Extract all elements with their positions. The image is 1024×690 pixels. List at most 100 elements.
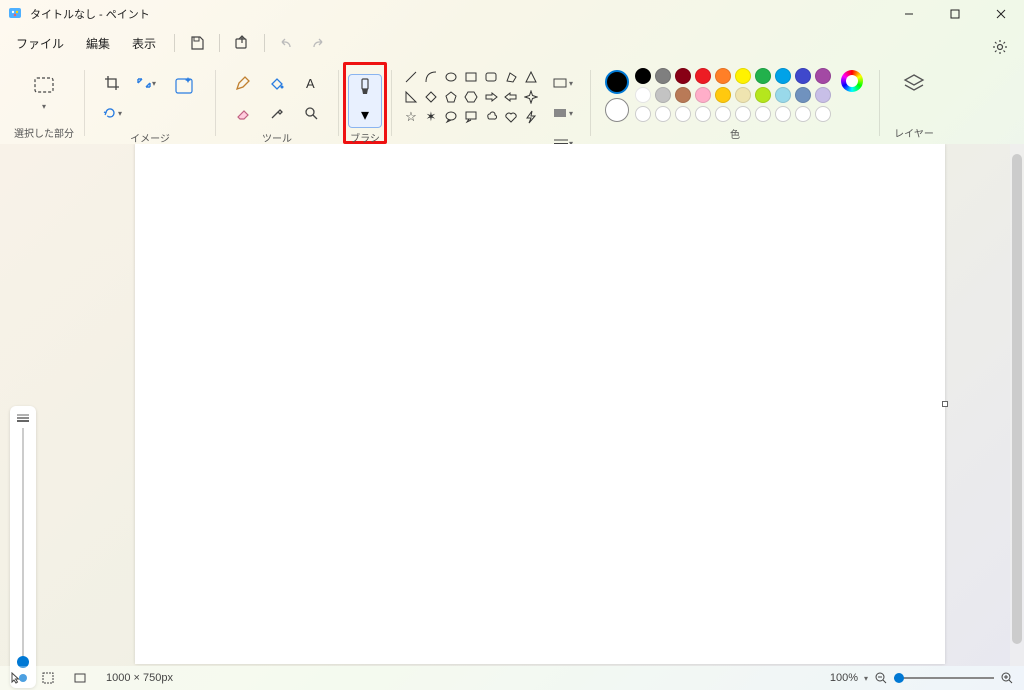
shape-rect[interactable]	[462, 68, 480, 86]
chevron-down-icon: ▾	[42, 102, 46, 111]
color-swatch[interactable]	[655, 87, 671, 103]
color-swatch[interactable]	[775, 87, 791, 103]
pencil-tool[interactable]	[227, 69, 259, 97]
share-button[interactable]	[228, 30, 256, 56]
resize-handle-right[interactable]	[942, 401, 948, 407]
color-swatch[interactable]	[735, 68, 751, 84]
custom-color-slot[interactable]	[655, 106, 671, 122]
shape-rtriangle[interactable]	[402, 88, 420, 106]
color-swatch[interactable]	[635, 87, 651, 103]
canvas[interactable]	[135, 144, 945, 664]
undo-button[interactable]	[273, 30, 301, 56]
custom-color-slot[interactable]	[775, 106, 791, 122]
color-swatch[interactable]	[635, 68, 651, 84]
shape-cloudcallout[interactable]	[482, 108, 500, 126]
custom-color-slot[interactable]	[795, 106, 811, 122]
custom-color-slot[interactable]	[755, 106, 771, 122]
zoom-slider-handle[interactable]	[894, 673, 904, 683]
rotate-button[interactable]: ▾	[96, 99, 128, 127]
color-swatch[interactable]	[695, 87, 711, 103]
picker-tool[interactable]	[261, 99, 293, 127]
crop-button[interactable]	[96, 69, 128, 97]
zoom-track[interactable]	[22, 428, 24, 668]
color-swatch[interactable]	[655, 68, 671, 84]
floating-zoom-slider[interactable]	[10, 406, 36, 688]
color1-button[interactable]	[605, 70, 629, 94]
zoom-slider[interactable]	[894, 677, 994, 679]
shape-rectcallout[interactable]	[462, 108, 480, 126]
custom-color-slot[interactable]	[815, 106, 831, 122]
brush-icon	[355, 77, 375, 103]
select-button[interactable]: ▾	[24, 68, 64, 115]
menu-edit[interactable]: 編集	[76, 31, 120, 56]
color-swatch[interactable]	[775, 68, 791, 84]
custom-color-slot[interactable]	[715, 106, 731, 122]
eraser-tool[interactable]	[227, 99, 259, 127]
statusbar: 1000 × 750px 100% ▾	[0, 666, 1024, 690]
zoom-dropdown[interactable]: ▾	[864, 674, 868, 683]
chevron-down-icon: ▾	[361, 105, 369, 125]
shape-heart[interactable]	[502, 108, 520, 126]
shape-hexagon[interactable]	[462, 88, 480, 106]
custom-color-slot[interactable]	[675, 106, 691, 122]
color-swatch[interactable]	[795, 87, 811, 103]
custom-color-slot[interactable]	[695, 106, 711, 122]
close-button[interactable]	[978, 0, 1024, 28]
zoom-in-button[interactable]	[1000, 671, 1014, 685]
shape-polygon[interactable]	[502, 68, 520, 86]
shape-6star[interactable]: ✶	[422, 108, 440, 126]
shape-curve[interactable]	[422, 68, 440, 86]
shape-triangle[interactable]	[522, 68, 540, 86]
color-swatch[interactable]	[715, 87, 731, 103]
color-swatch[interactable]	[675, 87, 691, 103]
shape-fill-button[interactable]: ▾	[547, 99, 579, 127]
color-swatch[interactable]	[715, 68, 731, 84]
color-swatch[interactable]	[755, 68, 771, 84]
shape-line[interactable]	[402, 68, 420, 86]
shape-arrow-r[interactable]	[482, 88, 500, 106]
text-tool[interactable]: A	[295, 69, 327, 97]
color-swatch[interactable]	[815, 87, 831, 103]
shapes-gallery[interactable]: ☆ ✶	[402, 68, 540, 126]
color-swatch[interactable]	[795, 68, 811, 84]
brushes-button[interactable]: ▾	[348, 74, 382, 128]
layers-button[interactable]	[890, 68, 938, 100]
save-button[interactable]	[183, 30, 211, 56]
magnifier-tool[interactable]	[295, 99, 327, 127]
separator	[879, 70, 880, 136]
color-swatch[interactable]	[695, 68, 711, 84]
custom-color-slot[interactable]	[635, 106, 651, 122]
custom-color-slot[interactable]	[735, 106, 751, 122]
menu-file[interactable]: ファイル	[6, 31, 74, 56]
settings-button[interactable]	[986, 34, 1014, 60]
shape-4star[interactable]	[522, 88, 540, 106]
shape-outline-button[interactable]: ▾	[547, 69, 579, 97]
fill-tool[interactable]	[261, 69, 293, 97]
menu-view[interactable]: 表示	[122, 31, 166, 56]
shape-roundcallout[interactable]	[442, 108, 460, 126]
scrollbar-thumb[interactable]	[1012, 154, 1022, 644]
color2-button[interactable]	[605, 98, 629, 122]
redo-button[interactable]	[303, 30, 331, 56]
shape-star[interactable]: ☆	[402, 108, 420, 126]
vertical-scrollbar[interactable]	[1010, 144, 1024, 666]
resize-button[interactable]: ▾	[130, 69, 162, 97]
shape-oval[interactable]	[442, 68, 460, 86]
shape-pentagon[interactable]	[442, 88, 460, 106]
ai-background-icon	[171, 72, 199, 100]
canvas-viewport[interactable]	[0, 144, 1024, 666]
ai-background-button[interactable]	[165, 68, 205, 104]
zoom-text: 100%	[830, 672, 858, 684]
color-swatch[interactable]	[675, 68, 691, 84]
maximize-button[interactable]	[932, 0, 978, 28]
color-swatch[interactable]	[815, 68, 831, 84]
shape-diamond[interactable]	[422, 88, 440, 106]
edit-colors-button[interactable]	[841, 70, 863, 92]
shape-roundrect[interactable]	[482, 68, 500, 86]
color-swatch[interactable]	[735, 87, 751, 103]
minimize-button[interactable]	[886, 0, 932, 28]
shape-arrow-l[interactable]	[502, 88, 520, 106]
shape-lightning[interactable]	[522, 108, 540, 126]
color-swatch[interactable]	[755, 87, 771, 103]
zoom-out-button[interactable]	[874, 671, 888, 685]
